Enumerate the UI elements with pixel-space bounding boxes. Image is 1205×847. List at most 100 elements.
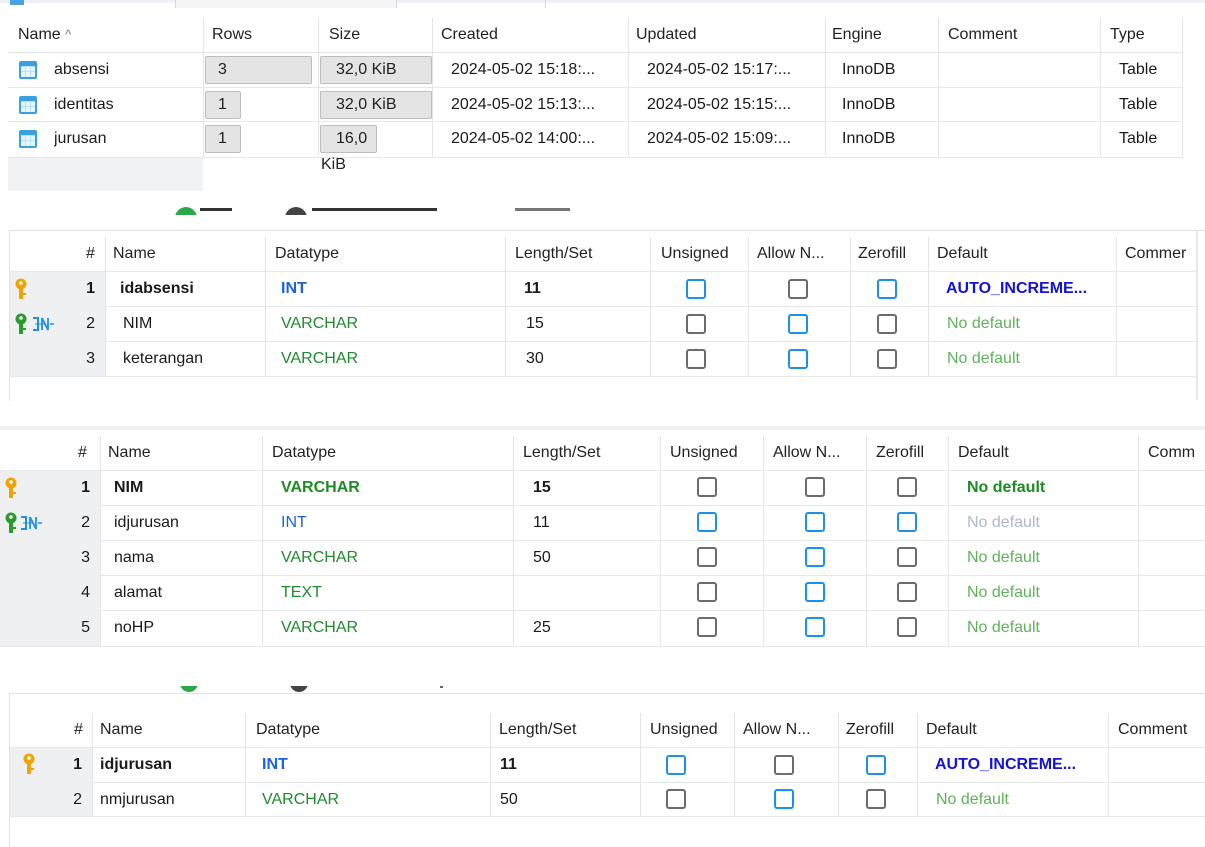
col-header-allownull[interactable]: Allow N... (773, 436, 841, 470)
col-header-name[interactable]: Name (100, 713, 143, 747)
unsigned-checkbox[interactable] (697, 512, 717, 532)
col-header-unsigned[interactable]: Unsigned (650, 713, 718, 747)
unsigned-checkbox[interactable] (686, 314, 706, 334)
col-header-comment[interactable]: Comm (1148, 436, 1195, 470)
unsigned-checkbox[interactable] (697, 477, 717, 497)
header-rows[interactable]: Rows (212, 18, 252, 52)
column-default[interactable]: No default (947, 307, 1020, 341)
allownull-checkbox[interactable] (805, 617, 825, 637)
col-header-comment[interactable]: Comment (1118, 713, 1187, 747)
header-name[interactable]: Name ^ (18, 18, 71, 52)
col-header-datatype[interactable]: Datatype (275, 237, 339, 271)
table-row[interactable]: absensi 3 32,0 KiB 2024-05-02 15:18:... … (8, 53, 1183, 87)
zerofill-checkbox[interactable] (897, 512, 917, 532)
header-type[interactable]: Type (1110, 18, 1145, 52)
column-row[interactable]: 1 NIM VARCHAR 15 No default (0, 471, 1205, 505)
rows-value: 1 (218, 130, 227, 147)
header-updated[interactable]: Updated (636, 18, 697, 52)
unsigned-checkbox[interactable] (697, 617, 717, 637)
column-datatype: VARCHAR (281, 350, 359, 367)
column-row[interactable]: 2 NIM VARCHAR 15 No default (10, 307, 1196, 341)
col-header-length[interactable]: Length/Set (523, 436, 600, 470)
column-length: 30 (526, 350, 544, 367)
column-default[interactable]: No default (967, 506, 1040, 540)
col-header-name[interactable]: Name (113, 237, 156, 271)
unsigned-checkbox[interactable] (697, 547, 717, 567)
allownull-checkbox[interactable] (774, 789, 794, 809)
col-header-comment[interactable]: Commer (1125, 237, 1186, 271)
column-name: idjurusan (114, 514, 179, 531)
col-header-datatype[interactable]: Datatype (256, 713, 320, 747)
column-index: 1 (81, 479, 90, 496)
column-row[interactable]: 2 idjurusan INT 11 No default (0, 506, 1205, 540)
column-default[interactable]: No default (936, 783, 1009, 817)
col-header-index[interactable]: # (86, 237, 95, 271)
tab-database[interactable] (175, 0, 397, 8)
column-default[interactable]: No default (967, 576, 1040, 610)
column-name: alamat (114, 584, 163, 601)
col-header-zerofill[interactable]: Zerofill (876, 436, 924, 470)
col-header-default[interactable]: Default (937, 237, 988, 271)
unsigned-checkbox[interactable] (686, 279, 706, 299)
column-length: 50 (500, 791, 518, 808)
column-row[interactable]: 1 idjurusan INT 11 AUTO_INCREME... (10, 748, 1205, 782)
column-default[interactable]: No default (947, 342, 1020, 376)
unsigned-checkbox[interactable] (686, 349, 706, 369)
allownull-checkbox[interactable] (805, 477, 825, 497)
header-comment[interactable]: Comment (948, 18, 1017, 52)
unsigned-checkbox[interactable] (697, 582, 717, 602)
column-row[interactable]: 5 noHP VARCHAR 25 No default (0, 611, 1205, 645)
allownull-checkbox[interactable] (788, 314, 808, 334)
zerofill-checkbox[interactable] (866, 755, 886, 775)
col-header-allownull[interactable]: Allow N... (757, 237, 825, 271)
col-header-unsigned[interactable]: Unsigned (670, 436, 738, 470)
column-row[interactable]: 2 nmjurusan VARCHAR 50 No default (10, 783, 1205, 816)
allownull-checkbox[interactable] (805, 582, 825, 602)
header-size[interactable]: Size (329, 18, 360, 52)
unsigned-checkbox[interactable] (666, 789, 686, 809)
column-row[interactable]: 1 idabsensi INT 11 AUTO_INCREME... (10, 272, 1196, 306)
column-row[interactable]: 3 nama VARCHAR 50 No default (0, 541, 1205, 575)
column-length: 11 (500, 756, 517, 773)
header-engine[interactable]: Engine (832, 18, 882, 52)
column-default[interactable]: No default (967, 541, 1040, 575)
column-datatype: VARCHAR (281, 619, 359, 636)
zerofill-checkbox[interactable] (877, 279, 897, 299)
col-header-default[interactable]: Default (958, 436, 1009, 470)
tab-query[interactable] (395, 0, 546, 8)
zerofill-checkbox[interactable] (897, 582, 917, 602)
allownull-checkbox[interactable] (788, 349, 808, 369)
col-header-index[interactable]: # (74, 713, 83, 747)
zerofill-checkbox[interactable] (877, 349, 897, 369)
column-default[interactable]: AUTO_INCREME... (935, 748, 1076, 782)
col-header-index[interactable]: # (78, 436, 87, 470)
column-row[interactable]: 3 keterangan VARCHAR 30 No default (10, 342, 1196, 376)
col-header-name[interactable]: Name (108, 436, 151, 470)
zerofill-checkbox[interactable] (897, 547, 917, 567)
col-header-datatype[interactable]: Datatype (272, 436, 336, 470)
allownull-checkbox[interactable] (805, 547, 825, 567)
column-row[interactable]: 4 alamat TEXT No default (0, 576, 1205, 610)
zerofill-checkbox[interactable] (897, 477, 917, 497)
table-row[interactable]: jurusan 1 16,0 KiB 2024-05-02 14:00:... … (8, 122, 1183, 173)
column-default[interactable]: No default (967, 611, 1040, 645)
column-default[interactable]: No default (967, 471, 1045, 505)
zerofill-checkbox[interactable] (877, 314, 897, 334)
col-header-zerofill[interactable]: Zerofill (846, 713, 894, 747)
col-header-default[interactable]: Default (926, 713, 977, 747)
allownull-checkbox[interactable] (774, 755, 794, 775)
col-header-unsigned[interactable]: Unsigned (661, 237, 729, 271)
allownull-checkbox[interactable] (805, 512, 825, 532)
zerofill-checkbox[interactable] (897, 617, 917, 637)
unsigned-checkbox[interactable] (666, 755, 686, 775)
header-created[interactable]: Created (441, 18, 498, 52)
col-header-zerofill[interactable]: Zerofill (858, 237, 906, 271)
zerofill-checkbox[interactable] (866, 789, 886, 809)
allownull-checkbox[interactable] (788, 279, 808, 299)
column-name: keterangan (123, 350, 204, 367)
col-header-length[interactable]: Length/Set (515, 237, 592, 271)
col-header-allownull[interactable]: Allow N... (743, 713, 811, 747)
column-default[interactable]: AUTO_INCREME... (946, 272, 1087, 306)
col-header-length[interactable]: Length/Set (499, 713, 576, 747)
table-row[interactable]: identitas 1 32,0 KiB 2024-05-02 15:13:..… (8, 88, 1183, 122)
